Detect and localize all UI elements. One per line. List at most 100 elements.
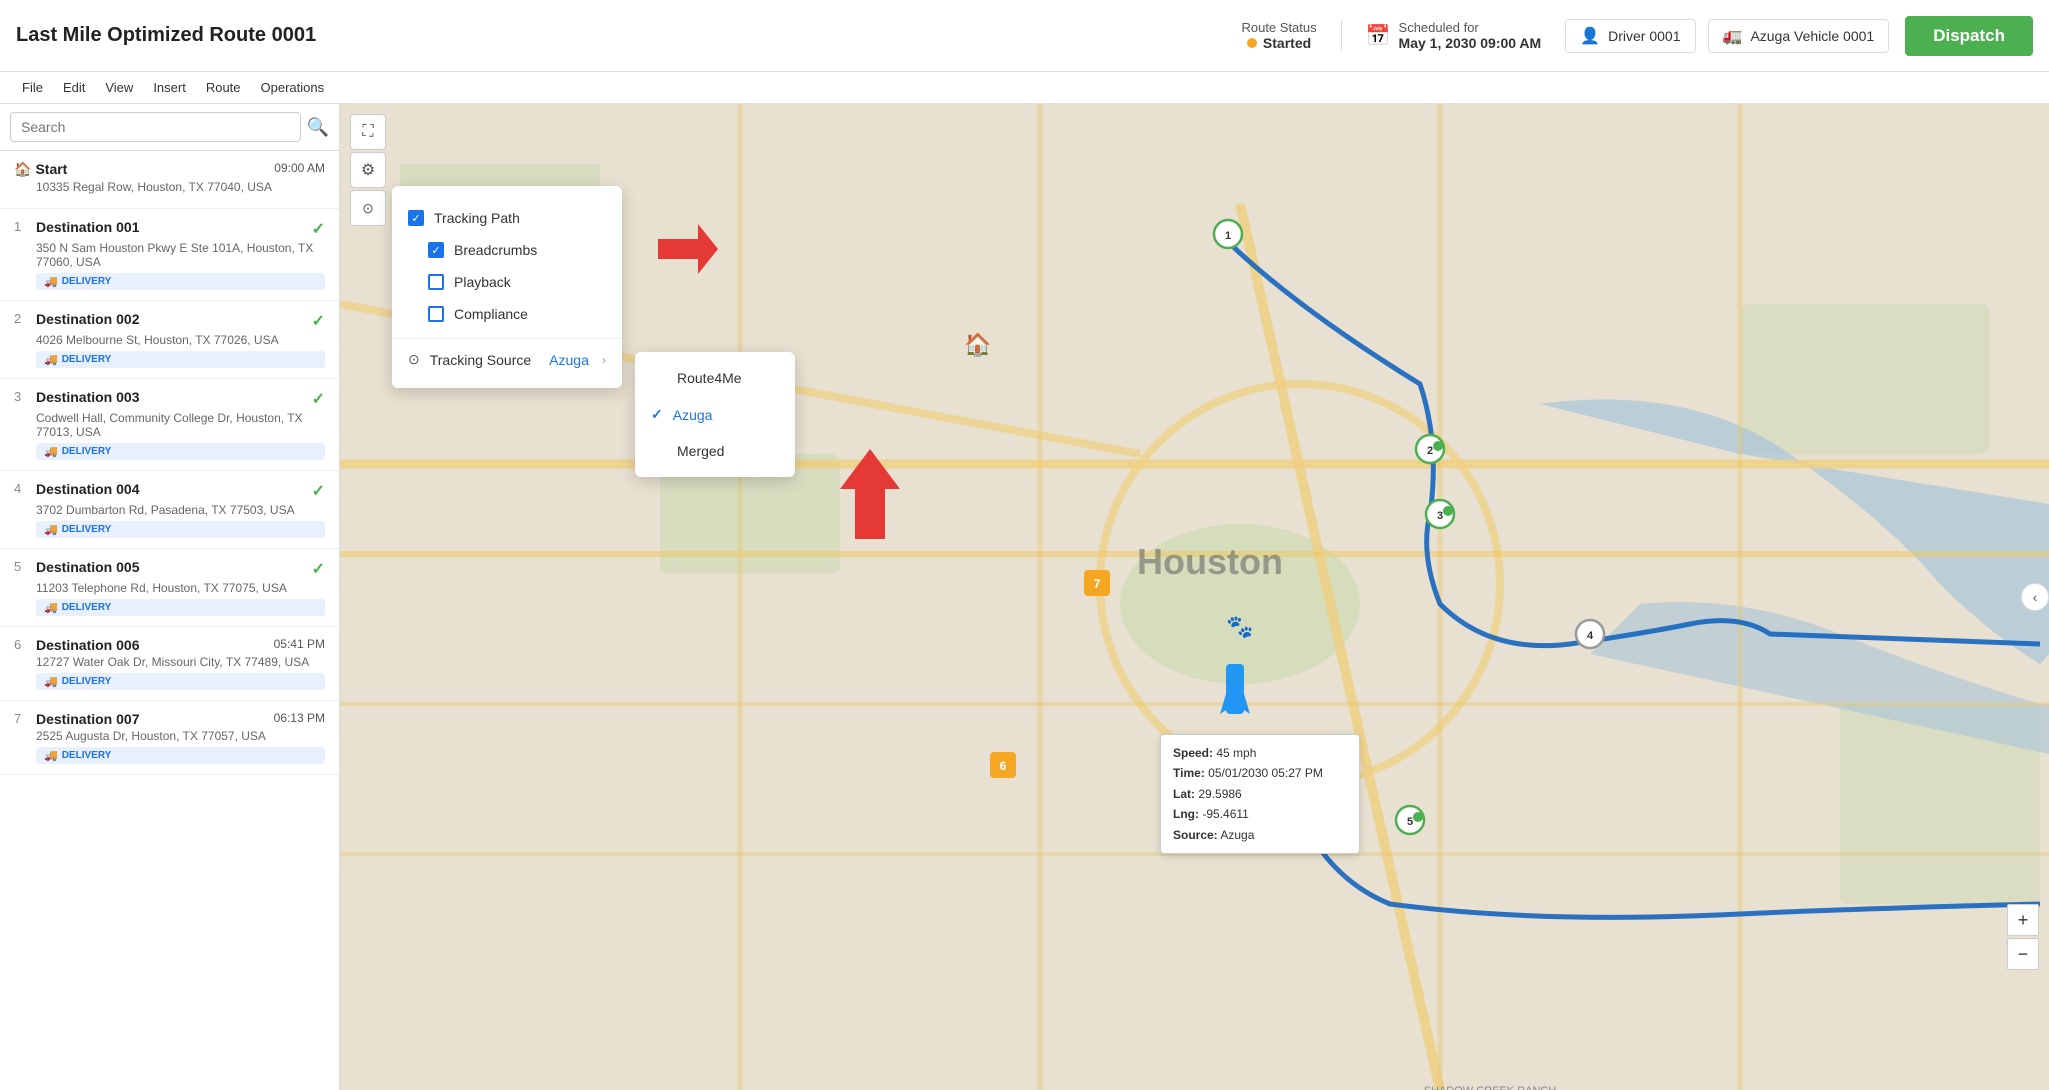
compliance-checkbox[interactable] [428, 306, 444, 322]
stop-checkmark: ✓ [312, 219, 325, 239]
route-status-label: Route Status [1241, 20, 1316, 35]
tracking-path-checkbox[interactable]: ✓ [408, 210, 424, 226]
tracking-source-item[interactable]: ⊙ Tracking Source Azuga › [392, 343, 622, 376]
delivery-badge: 🚚DELIVERY [36, 747, 325, 764]
menubar: File Edit View Insert Route Operations [0, 72, 2049, 104]
delivery-badge: 🚚DELIVERY [36, 599, 325, 616]
start-icon: 🏠 [14, 161, 31, 178]
tooltip-speed: Speed: 45 mph [1173, 743, 1347, 763]
playback-item[interactable]: Playback [392, 266, 622, 298]
submenu-route4me[interactable]: Route4Me [635, 360, 795, 396]
submenu-merged[interactable]: Merged [635, 433, 795, 469]
compliance-label: Compliance [454, 306, 528, 322]
stop-item[interactable]: 5Destination 005✓11203 Telephone Rd, Hou… [0, 549, 339, 627]
breadcrumbs-check-mark: ✓ [431, 244, 440, 257]
driver-icon: 👤 [1580, 26, 1600, 46]
stop-address: 2525 Augusta Dr, Houston, TX 77057, USA [36, 729, 325, 743]
delivery-badge: 🚚DELIVERY [36, 273, 325, 290]
scheduled-label: Scheduled for [1399, 20, 1542, 35]
compliance-item[interactable]: Compliance [392, 298, 622, 330]
tooltip-source: Source: Azuga [1173, 825, 1347, 845]
stop-item[interactable]: 🏠Start09:00 AM10335 Regal Row, Houston, … [0, 151, 339, 209]
playback-label: Playback [454, 274, 511, 290]
menu-edit[interactable]: Edit [53, 76, 95, 99]
tracking-source-label: Tracking Source [430, 352, 531, 368]
menu-route[interactable]: Route [196, 76, 251, 99]
stop-checkmark: ✓ [312, 559, 325, 579]
svg-text:6: 6 [1000, 759, 1007, 773]
menu-view[interactable]: View [95, 76, 143, 99]
stop-name: Destination 003 [36, 389, 308, 405]
zoom-in-button[interactable]: + [2007, 904, 2039, 936]
breadcrumbs-checkbox[interactable]: ✓ [428, 242, 444, 258]
delivery-badge: 🚚DELIVERY [36, 521, 325, 538]
header: Last Mile Optimized Route 0001 Route Sta… [0, 0, 2049, 72]
stop-name: Destination 005 [36, 559, 308, 575]
search-input[interactable] [10, 112, 301, 142]
stop-item[interactable]: 2 Destination 002✓ 4026 Melbourne St, Hous… [0, 301, 339, 379]
svg-text:1: 1 [1225, 230, 1231, 242]
settings-button[interactable]: ⚙ [350, 152, 386, 188]
fullscreen-button[interactable]: ⛶ [350, 114, 386, 150]
truck-icon: 🚚 [44, 523, 58, 536]
search-button[interactable]: 🔍 [307, 117, 329, 138]
tracking-source-submenu: Route4Me ✓ Azuga Merged [635, 352, 795, 477]
stop-address: 11203 Telephone Rd, Houston, TX 77075, U… [36, 581, 325, 595]
truck-icon: 🚚 [44, 445, 58, 458]
stop-checkmark: ✓ [312, 311, 325, 331]
stop-item[interactable]: 3Destination 003✓Codwell Hall, Community… [0, 379, 339, 471]
merged-label: Merged [677, 443, 724, 459]
tooltip-time: Time: 05/01/2030 05:27 PM [1173, 763, 1347, 783]
map-area[interactable]: Houston SHADOW CREEK RANCH 1 2 3 4 [340, 104, 2049, 1090]
svg-text:Houston: Houston [1137, 541, 1283, 582]
tracking-path-check-mark: ✓ [411, 212, 420, 225]
stop-name: Destination 001 [36, 219, 308, 235]
menu-insert[interactable]: Insert [143, 76, 196, 99]
calendar-icon: 📅 [1366, 23, 1391, 48]
stop-address: 10335 Regal Row, Houston, TX 77040, USA [36, 180, 325, 194]
zoom-out-button[interactable]: − [2007, 938, 2039, 970]
stop-number: 2 [14, 311, 30, 326]
svg-text:🐾: 🐾 [1226, 614, 1253, 639]
stop-item[interactable]: 7Destination 00706:13 PM2525 Augusta Dr,… [0, 701, 339, 775]
stop-item[interactable]: 1Destination 001✓350 N Sam Houston Pkwy … [0, 209, 339, 301]
stop-checkmark: ✓ [312, 481, 325, 501]
tracking-path-label: Tracking Path [434, 210, 520, 226]
stop-address: Codwell Hall, Community College Dr, Hous… [36, 411, 325, 439]
azuga-checkmark: ✓ [651, 406, 663, 423]
stop-item[interactable]: 6Destination 00605:41 PM12727 Water Oak … [0, 627, 339, 701]
stop-address: 4026 Melbourne St, Houston, TX 77026, US… [36, 333, 325, 347]
stop-number: 4 [14, 481, 30, 496]
map-controls: ⛶ ⚙ ⊙ [350, 114, 386, 226]
scheduled-block: 📅 Scheduled for May 1, 2030 09:00 AM [1341, 20, 1542, 51]
stop-name: Destination 006 [36, 637, 266, 653]
menu-file[interactable]: File [12, 76, 53, 99]
stop-number: 6 [14, 637, 30, 652]
tracking-button[interactable]: ⊙ [350, 190, 386, 226]
stop-address: 12727 Water Oak Dr, Missouri City, TX 77… [36, 655, 325, 669]
stop-name: Destination 002 [36, 311, 308, 327]
stop-name: Start [35, 161, 266, 177]
stop-name: Destination 004 [36, 481, 308, 497]
svg-text:7: 7 [1094, 577, 1101, 591]
collapse-sidebar-button[interactable]: ‹ [2021, 583, 2049, 611]
search-bar: 🔍 [0, 104, 339, 151]
page-title: Last Mile Optimized Route 0001 [16, 24, 316, 47]
main-content: 🔍 🏠Start09:00 AM10335 Regal Row, Houston… [0, 104, 2049, 1090]
submenu-azuga[interactable]: ✓ Azuga [635, 396, 795, 433]
vehicle-icon: 🚛 [1723, 26, 1743, 46]
tracking-source-icon: ⊙ [408, 351, 420, 368]
truck-icon: 🚚 [44, 675, 58, 688]
svg-text:SHADOW CREEK RANCH: SHADOW CREEK RANCH [1424, 1085, 1557, 1090]
route4me-label: Route4Me [677, 370, 742, 386]
tracking-path-item[interactable]: ✓ Tracking Path [392, 202, 622, 234]
dispatch-button[interactable]: Dispatch [1905, 16, 2033, 56]
svg-text:5: 5 [1407, 816, 1413, 828]
playback-checkbox[interactable] [428, 274, 444, 290]
menu-operations[interactable]: Operations [251, 76, 335, 99]
breadcrumbs-item[interactable]: ✓ Breadcrumbs [392, 234, 622, 266]
tracking-popup-menu: ✓ Tracking Path ✓ Breadcrumbs Playback [392, 186, 622, 388]
delivery-badge: 🚚DELIVERY [36, 351, 325, 368]
stop-list: 🏠Start09:00 AM10335 Regal Row, Houston, … [0, 151, 339, 1090]
stop-item[interactable]: 4Destination 004✓3702 Dumbarton Rd, Pasa… [0, 471, 339, 549]
